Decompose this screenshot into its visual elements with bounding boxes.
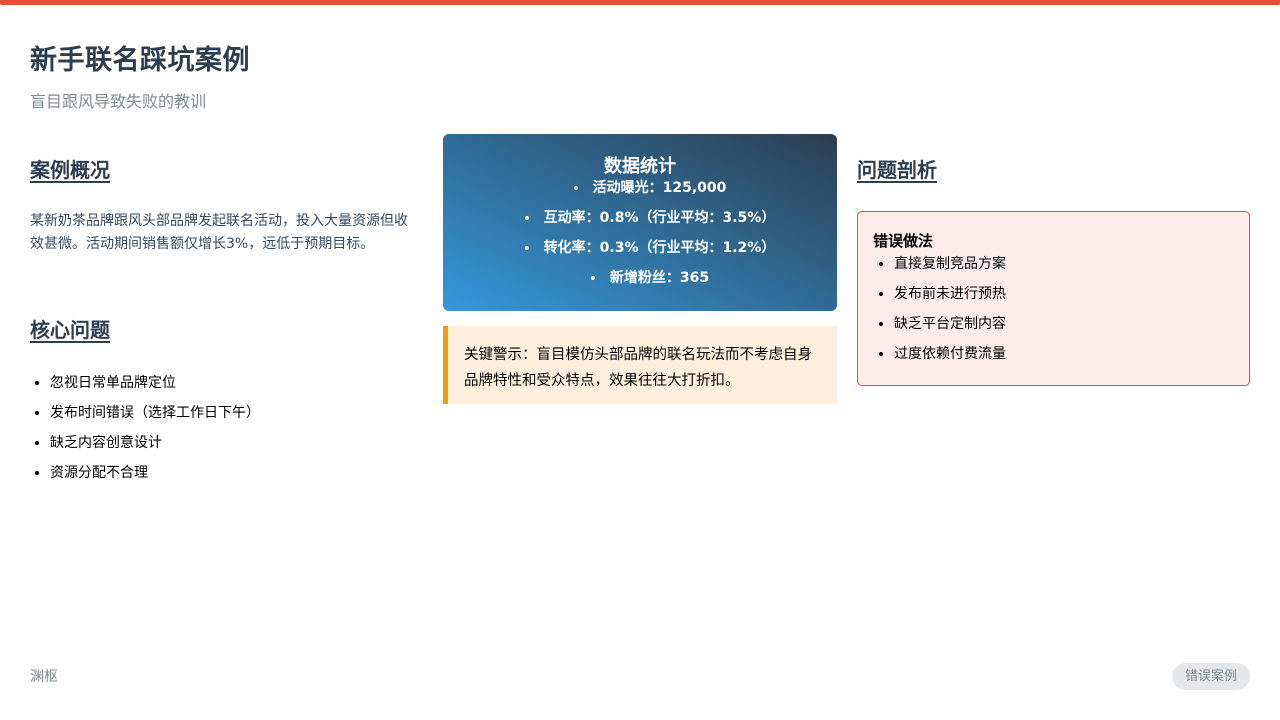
overview-text: 某新奶茶品牌跟风头部品牌发起联名活动，投入大量资源但收效甚微。活动期间销售额仅增… xyxy=(30,213,408,252)
stat-item: 转化率：0.3%（行业平均：1.2%） xyxy=(463,238,837,268)
list-item: 直接复制竞品方案 xyxy=(894,254,1006,284)
overview-heading: 案例概况 xyxy=(30,158,110,182)
page-title: 新手联名踩坑案例 xyxy=(30,45,250,76)
case-type-badge: 错误案例 xyxy=(1172,663,1250,690)
list-item: 过度依赖付费流量 xyxy=(894,344,1006,374)
mistakes-box: 错误做法 直接复制竞品方案 发布前未进行预热 缺乏平台定制内容 过度依赖付费流量 xyxy=(857,211,1250,386)
stat-item: 活动曝光：125,000 xyxy=(463,178,837,208)
stats-title: 数据统计 xyxy=(604,156,676,177)
stats-card: 数据统计 活动曝光：125,000 互动率：0.8%（行业平均：3.5%） 转化… xyxy=(443,134,837,311)
list-item: 缺乏内容创意设计 xyxy=(50,433,260,463)
analysis-heading: 问题剖析 xyxy=(857,158,937,182)
top-accent-bar xyxy=(0,0,1280,5)
warning-text: 关键警示：盲目模仿头部品牌的联名玩法而不考虑自身品牌特性和受众特点，效果往往大打… xyxy=(464,347,812,389)
warning-callout: 关键警示：盲目模仿头部品牌的联名玩法而不考虑自身品牌特性和受众特点，效果往往大打… xyxy=(443,326,837,404)
list-item: 发布前未进行预热 xyxy=(894,284,1006,314)
page-subtitle: 盲目跟风导致失败的教训 xyxy=(30,92,207,111)
stat-item: 互动率：0.8%（行业平均：3.5%） xyxy=(463,208,837,238)
stat-item: 新增粉丝：365 xyxy=(463,268,837,298)
core-issues-list: 忽视日常单品牌定位 发布时间错误（选择工作日下午） 缺乏内容创意设计 资源分配不… xyxy=(30,373,260,493)
list-item: 资源分配不合理 xyxy=(50,463,260,493)
core-issues-heading: 核心问题 xyxy=(30,318,110,342)
mistakes-list: 直接复制竞品方案 发布前未进行预热 缺乏平台定制内容 过度依赖付费流量 xyxy=(874,254,1006,374)
list-item: 忽视日常单品牌定位 xyxy=(50,373,260,403)
list-item: 缺乏平台定制内容 xyxy=(894,314,1006,344)
footer-brand: 渊枢 xyxy=(30,669,58,685)
stats-list: 活动曝光：125,000 互动率：0.8%（行业平均：3.5%） 转化率：0.3… xyxy=(463,178,837,298)
list-item: 发布时间错误（选择工作日下午） xyxy=(50,403,260,433)
mistakes-title: 错误做法 xyxy=(873,232,934,250)
